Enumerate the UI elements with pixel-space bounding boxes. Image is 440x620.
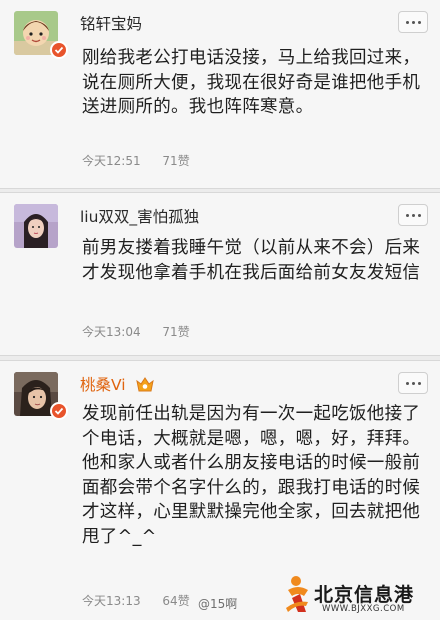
more-dot-icon bbox=[411, 20, 415, 24]
like-count[interactable]: 71赞 bbox=[162, 325, 189, 339]
username-label: 桃桑Vi bbox=[80, 376, 126, 394]
like-count[interactable]: 71赞 bbox=[162, 154, 189, 168]
logo-mark-icon bbox=[286, 576, 308, 612]
timestamp: 今天12:51 bbox=[82, 154, 141, 168]
more-dot-icon bbox=[411, 381, 415, 385]
more-dot-icon bbox=[417, 213, 421, 217]
comment-card: liu双双_害怕孤独 前男友搂着我睡午觉（以前从来不会）后来才发现他拿着手机在我… bbox=[0, 192, 440, 356]
comment-text: 前男友搂着我睡午觉（以前从来不会）后来才发现他拿着手机在我后面给前女友发短信 bbox=[82, 238, 421, 283]
comment-meta: 今天13:13 64赞 bbox=[82, 592, 190, 609]
timestamp: 今天13:13 bbox=[82, 594, 141, 608]
username[interactable]: liu双双_害怕孤独 bbox=[80, 205, 199, 227]
comment-feed: 铭轩宝妈 刚给我老公打电话没接，马上给我回过来，说在厕所大便，我现在很好奇是谁把… bbox=[0, 0, 440, 620]
vip-crown-icon bbox=[135, 377, 154, 392]
more-dot-icon bbox=[417, 20, 421, 24]
logo-url: WWW.BJXXG.COM bbox=[322, 604, 405, 614]
more-options-button[interactable] bbox=[398, 204, 428, 226]
more-dot-icon bbox=[405, 20, 409, 24]
username[interactable]: 铭轩宝妈 bbox=[80, 12, 142, 34]
comment-meta: 今天13:04 71赞 bbox=[82, 323, 190, 340]
weibo-handle-watermark: @15啊 bbox=[198, 597, 238, 611]
logo-name: 北京信息港 bbox=[314, 584, 415, 606]
avatar[interactable] bbox=[14, 204, 58, 248]
comment-card: 铭轩宝妈 刚给我老公打电话没接，马上给我回过来，说在厕所大便，我现在很好奇是谁把… bbox=[0, 0, 440, 189]
timestamp: 今天13:04 bbox=[82, 325, 141, 339]
more-dot-icon bbox=[405, 213, 409, 217]
comment-text: 刚给我老公打电话没接，马上给我回过来，说在厕所大便，我现在很好奇是谁把他手机送进… bbox=[82, 48, 421, 117]
more-dot-icon bbox=[411, 213, 415, 217]
username[interactable]: 桃桑Vi bbox=[80, 373, 155, 395]
more-options-button[interactable] bbox=[398, 372, 428, 394]
comment-meta: 今天12:51 71赞 bbox=[82, 152, 190, 169]
verified-badge-icon bbox=[50, 402, 68, 420]
more-dot-icon bbox=[417, 381, 421, 385]
comment-text: 发现前任出轨是因为有一次一起吃饭他接了个电话，大概就是嗯，嗯，嗯，好，拜拜。他和… bbox=[82, 404, 421, 547]
verified-badge-icon bbox=[50, 41, 68, 59]
more-dot-icon bbox=[405, 381, 409, 385]
more-options-button[interactable] bbox=[398, 11, 428, 33]
like-count[interactable]: 64赞 bbox=[162, 594, 189, 608]
site-logo: 北京信息港 WWW.BJXXG.COM bbox=[284, 572, 436, 618]
